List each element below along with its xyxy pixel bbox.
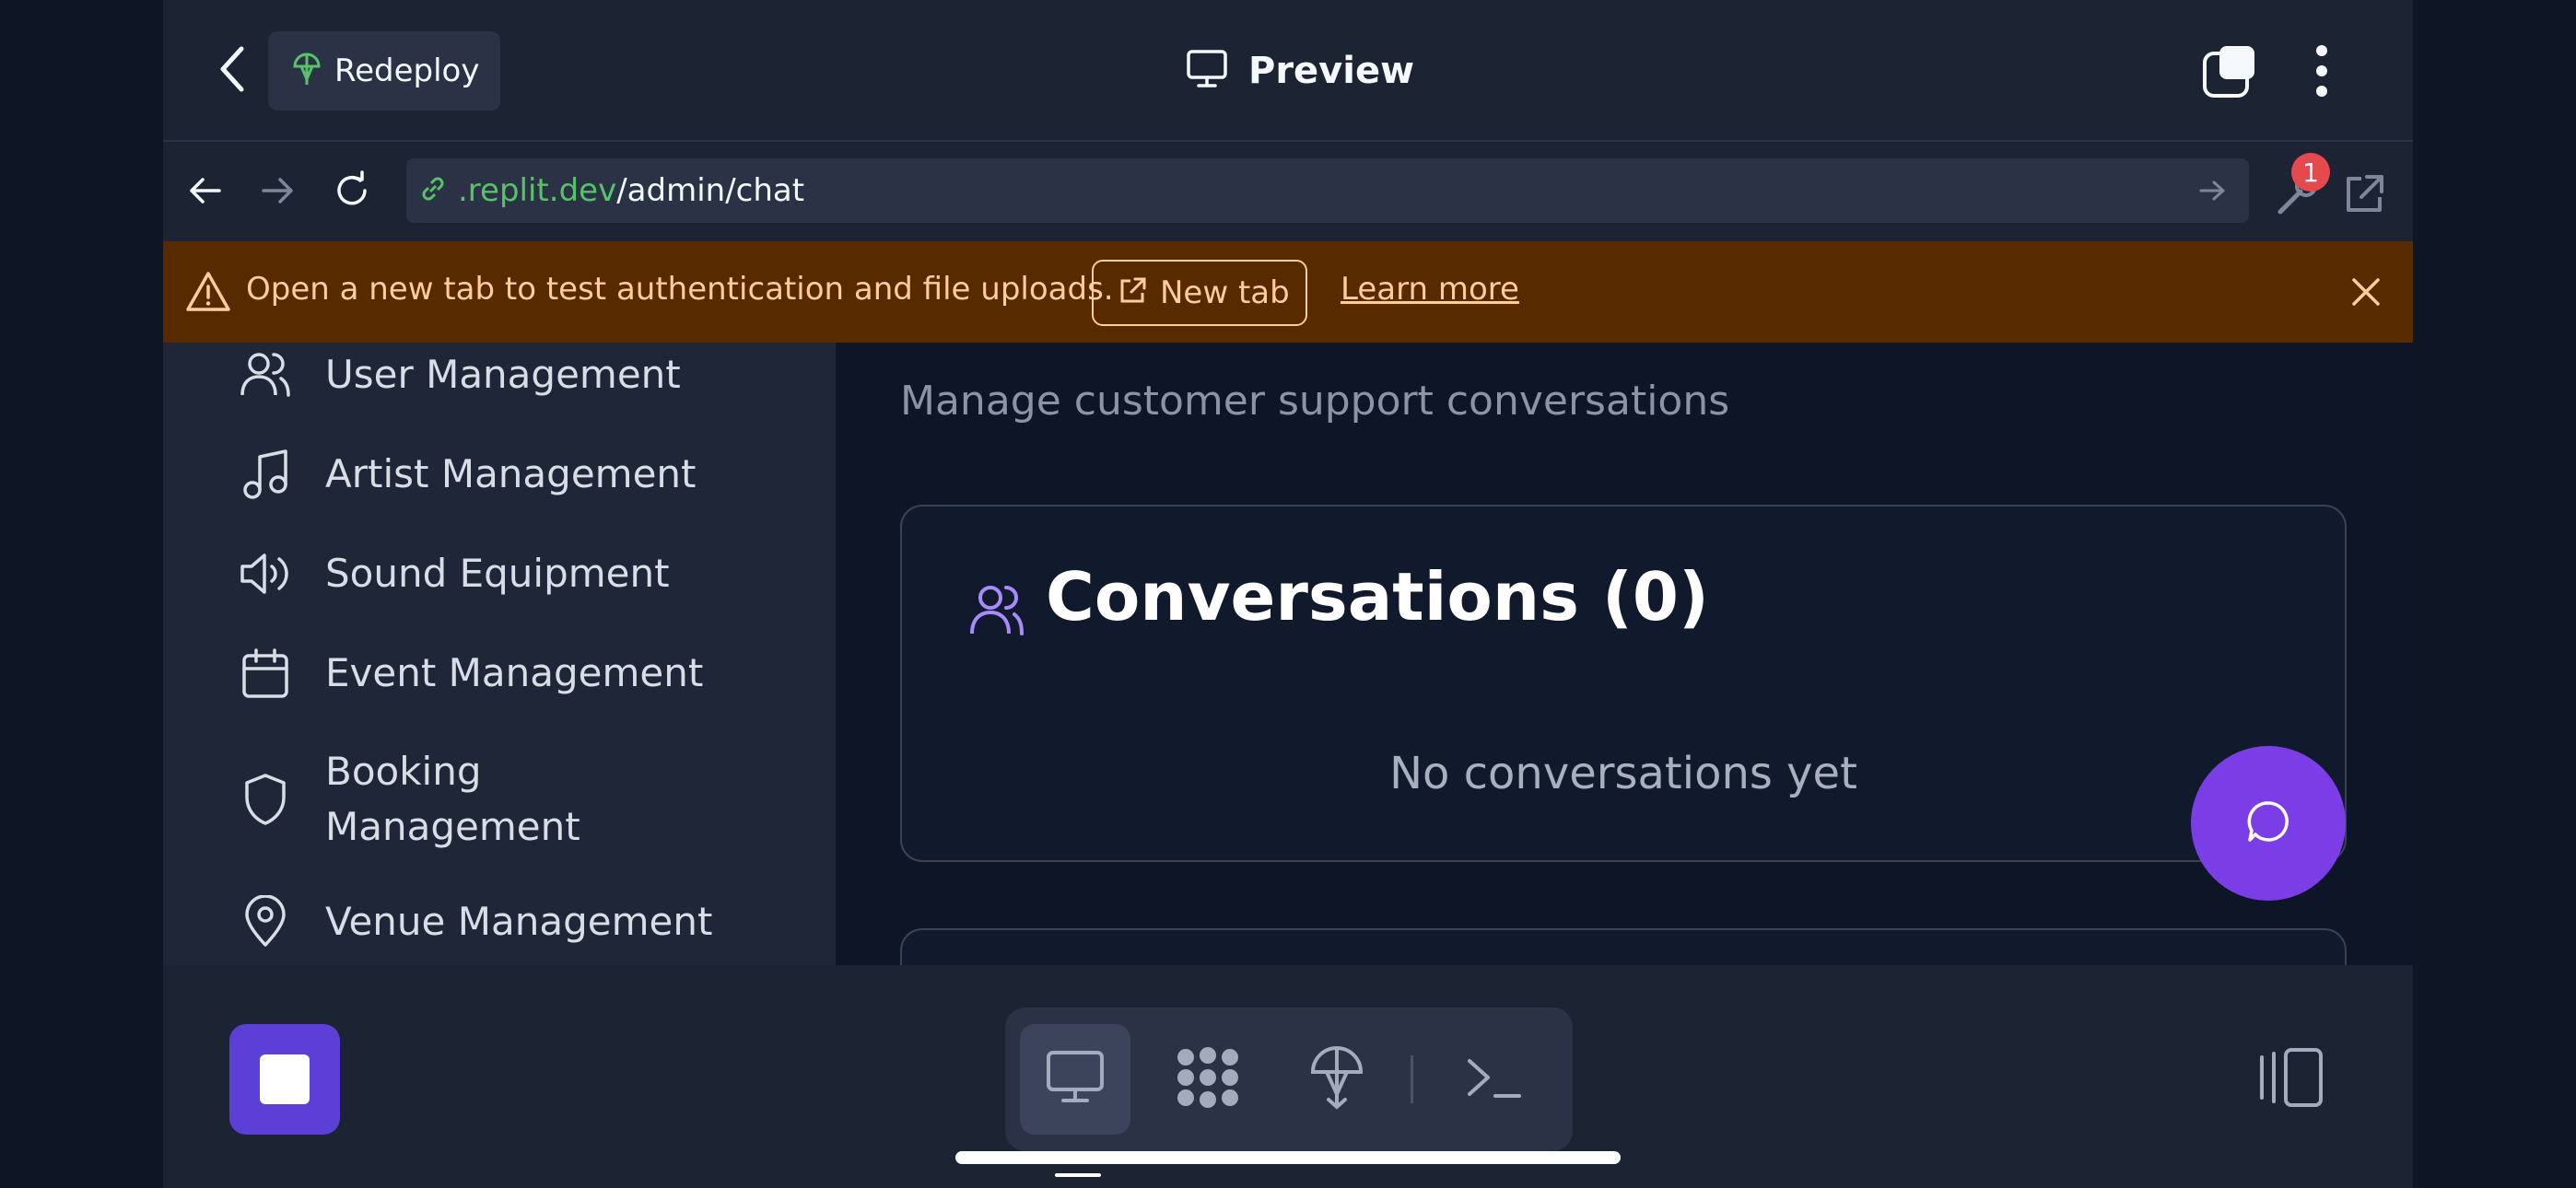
stop-button[interactable] [229,1024,340,1135]
bottom-toolbar [163,967,2413,1188]
map-pin-icon [237,893,294,950]
message-circle-icon [2244,798,2292,849]
empty-state-text: No conversations yet [1389,748,1857,799]
tool-preview[interactable] [1020,1024,1130,1135]
warning-banner: Open a new tab to test authentication an… [163,241,2413,343]
sidebar-item-label: Booking Management [325,749,580,849]
chat-fab-button[interactable] [2191,746,2346,901]
secondary-card [900,928,2347,965]
warning-icon [185,269,231,315]
tabs-icon[interactable] [2201,42,2260,99]
home-indicator[interactable] [955,1151,1621,1164]
users-icon [968,582,1025,639]
main-panel: Manage customer support conversations Co… [836,343,2413,965]
new-tab-label: New tab [1160,274,1290,311]
sidebar-item-label: Event Management [325,650,704,695]
tool-deploy[interactable] [1282,1024,1392,1135]
new-tab-button[interactable]: New tab [1092,260,1307,326]
terminal-icon [1464,1052,1523,1107]
deploy-icon [1308,1044,1365,1114]
calendar-icon [237,645,294,702]
browser-back-icon[interactable] [178,164,231,217]
browser-forward-icon[interactable] [252,164,305,217]
sidebar-item-artist-management[interactable]: Artist Management [237,446,697,503]
back-icon[interactable] [209,41,257,98]
banner-message: Open a new tab to test authentication an… [246,271,1114,308]
tool-switcher [1005,1007,1573,1151]
tool-agent[interactable] [1153,1024,1263,1135]
conversations-card: Conversations (0) No conversations yet [900,505,2347,862]
speaker-icon [237,545,294,602]
tool-shell[interactable] [1438,1024,1549,1135]
agent-icon [1173,1044,1243,1114]
monitor-icon [1186,49,1228,93]
stop-icon [260,1054,310,1104]
preview-label: Preview [1248,50,1415,92]
preview-title: Preview [1186,42,1414,99]
sidebar-item-label: Sound Equipment [325,551,670,596]
redeploy-button[interactable]: Redeploy [268,31,500,111]
page-subtitle: Manage customer support conversations [900,378,1730,425]
link-icon [417,173,449,208]
sidebar-item-label: User Management [325,352,681,397]
home-indicator-secondary [1055,1173,1101,1177]
preview-frame: Redeploy Preview .replit.dev /admin/chat… [163,0,2413,1188]
close-icon[interactable] [2345,271,2387,313]
go-arrow-icon[interactable] [2197,175,2229,206]
notification-badge: 1 [2291,153,2330,192]
top-bar: Redeploy Preview [163,0,2413,142]
url-path: /admin/chat [616,172,805,209]
open-external-icon[interactable] [2341,171,2387,217]
redeploy-label: Redeploy [334,52,480,89]
sidebar-item-venue-management[interactable]: Venue Management [237,893,712,950]
shield-icon [237,771,294,828]
sidebar-item-event-management[interactable]: Event Management [237,645,703,702]
sidebar-item-label: Artist Management [325,451,697,496]
monitor-icon [1045,1049,1106,1110]
sidebar-item-booking-management[interactable]: Booking Management [237,744,753,855]
toolbar-divider [1411,1055,1413,1103]
reload-icon[interactable] [325,164,379,217]
sidebar-item-user-management[interactable]: User Management [237,346,681,403]
sidebar-item-sound-equipment[interactable]: Sound Equipment [237,545,670,602]
deploy-icon [292,52,322,90]
more-menu-icon[interactable] [2301,41,2343,101]
music-icon [237,446,294,503]
url-host: .replit.dev [458,172,617,209]
url-input[interactable]: .replit.dev/admin/chat [406,158,2249,223]
learn-more-link[interactable]: Learn more [1341,271,1519,308]
url-bar-row: .replit.dev/admin/chat 1 [163,144,2413,239]
sidebar-item-label: Venue Management [325,899,713,944]
app-content: User Management Artist Management Sound … [163,343,2413,965]
panel-toggle-icon[interactable] [2256,1044,2326,1111]
conversations-title: Conversations (0) [1046,558,1709,635]
sidebar: User Management Artist Management Sound … [163,343,836,965]
external-link-icon [1118,276,1147,309]
users-icon [237,346,294,403]
